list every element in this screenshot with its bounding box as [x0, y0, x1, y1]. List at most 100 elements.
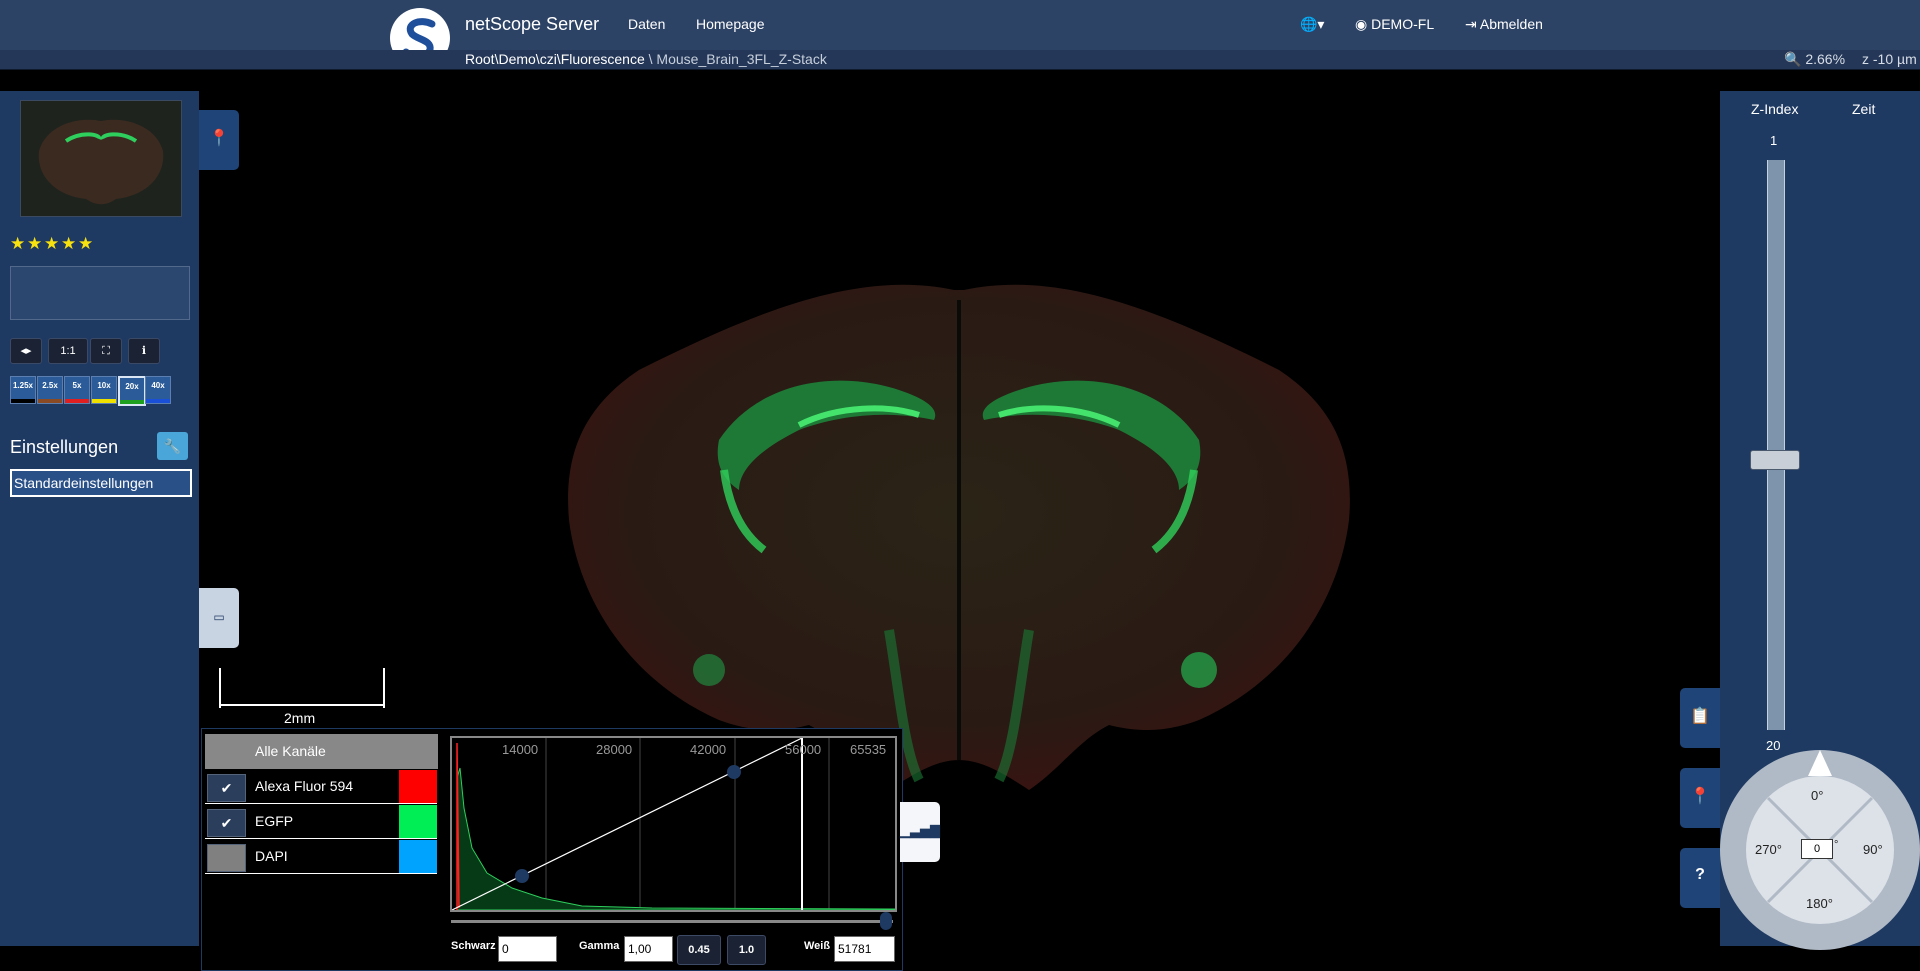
rotate-90-button[interactable]: 90° [1863, 842, 1883, 857]
white-input[interactable]: 51781 [834, 936, 895, 962]
pan-arrow-button[interactable]: ◂▸ [10, 338, 42, 364]
nav-daten[interactable]: Daten [628, 16, 665, 32]
check-icon: ✔ [220, 815, 233, 831]
scale-bar-right-tick [383, 668, 385, 708]
rating-star-icon[interactable]: ★ [78, 234, 93, 254]
objective-label: 20x [125, 382, 139, 391]
settings-wrench-button[interactable]: 🔧 [157, 432, 188, 460]
top-navbar [0, 0, 1920, 51]
channel-color-swatch[interactable] [399, 805, 437, 838]
objective-color-bar [92, 399, 116, 403]
range-handle[interactable] [880, 912, 892, 930]
black-label: Schwarz [451, 940, 496, 952]
rating-star-icon[interactable]: ★ [27, 234, 42, 254]
question-icon: ? [1695, 866, 1705, 883]
objective-label: 1.25x [12, 381, 34, 390]
logout-link[interactable]: ⇥ Abmelden [1465, 16, 1543, 33]
z-index-label[interactable]: Z-Index [1751, 101, 1798, 117]
gamma-input[interactable]: 1,00 [624, 936, 673, 962]
z-index-slider[interactable] [1767, 160, 1785, 730]
gamma-preset-10[interactable]: 1.0 [727, 935, 766, 965]
channel-name: Alexa Fluor 594 [255, 778, 354, 794]
channel-checkbox[interactable]: ✔ [207, 809, 246, 837]
channel-color-swatch[interactable] [399, 770, 437, 803]
fullscreen-button[interactable]: ⛶ [90, 338, 122, 364]
rotation-unit: ° [1834, 839, 1839, 851]
report-tab[interactable]: 📋 [1680, 688, 1720, 748]
rotate-0-button[interactable]: 0° [1811, 788, 1823, 803]
ruler-tab[interactable]: ▭ [199, 588, 239, 648]
pin-icon: 📍 [1690, 788, 1710, 805]
info-icon: ℹ [141, 345, 147, 357]
objective-40x[interactable]: 40x [145, 376, 171, 404]
objective-5x[interactable]: 5x [64, 376, 90, 404]
white-label: Weiß [804, 940, 831, 952]
breadcrumb: Root\Demo\czi\Fluorescence \ Mouse_Brain… [465, 51, 827, 67]
all-channels-toggle[interactable]: Alle Kanäle [205, 734, 438, 769]
breadcrumb-current: Mouse_Brain_3FL_Z-Stack [656, 51, 827, 67]
objective-2.5x[interactable]: 2.5x [37, 376, 63, 404]
z-slider-handle[interactable] [1750, 450, 1800, 470]
gamma-preset-045[interactable]: 0.45 [677, 935, 721, 965]
check-icon: ✔ [220, 780, 233, 796]
annotation-pin-right-tab[interactable]: 📍 [1680, 768, 1720, 828]
channel-color-swatch[interactable] [399, 840, 437, 873]
expand-icon: ⛶ [102, 345, 110, 357]
sign-out-icon: ⇥ [1465, 16, 1480, 32]
rating-star-icon[interactable]: ★ [44, 234, 59, 254]
help-tab[interactable]: ? [1680, 848, 1720, 908]
rotate-180-button[interactable]: 180° [1806, 896, 1833, 911]
rotate-270-button[interactable]: 270° [1755, 842, 1782, 857]
breadcrumb-separator: \ [644, 51, 657, 67]
arrow-icon: ◂▸ [20, 345, 32, 357]
objective-color-bar [146, 399, 170, 403]
zoom-readout: 🔍 2.66% [1784, 51, 1845, 68]
thumbnail-image [38, 119, 164, 205]
user-menu[interactable]: ◉ DEMO-FL [1355, 16, 1434, 33]
rating-star-icon[interactable]: ★ [61, 234, 76, 254]
preset-select[interactable]: Standardeinstellungen [10, 469, 192, 497]
nav-homepage[interactable]: Homepage [696, 16, 765, 32]
scale-bar-label: 2mm [284, 710, 316, 726]
objective-color-bar [11, 399, 35, 403]
annotation-pin-tab[interactable]: 📍 [199, 110, 239, 170]
objective-label: 40x [151, 381, 165, 390]
range-track[interactable] [451, 920, 893, 923]
objective-1.25x[interactable]: 1.25x [10, 376, 36, 404]
objective-20x[interactable]: 20x [118, 376, 146, 406]
objective-label: 2.5x [42, 381, 58, 390]
channel-checkbox[interactable]: ✔ [207, 774, 246, 802]
notes-box[interactable] [10, 266, 190, 320]
objective-color-bar [38, 399, 62, 403]
signal-bars-icon: ▁▃▅▇ [900, 823, 940, 838]
channel-checkbox[interactable] [207, 844, 246, 872]
language-globe-icon[interactable]: 🌐▾ [1300, 16, 1324, 33]
settings-title: Einstellungen [10, 437, 119, 457]
user-name: DEMO-FL [1371, 16, 1435, 32]
histogram-toggle-tab[interactable]: ▁▃▅▇ [900, 802, 940, 862]
objective-color-bar [65, 399, 89, 403]
app-title[interactable]: netScope Server [465, 14, 599, 35]
channel-name: EGFP [255, 813, 294, 829]
breadcrumb-path[interactable]: Root\Demo\czi\Fluorescence [465, 51, 645, 67]
info-button[interactable]: ℹ [128, 338, 160, 364]
wrench-icon: 🔧 [163, 438, 182, 454]
north-arrow-icon [1808, 750, 1832, 776]
histogram[interactable] [450, 736, 897, 912]
rotation-input[interactable]: 0 [1801, 839, 1833, 859]
overview-thumbnail[interactable] [20, 100, 182, 217]
time-label[interactable]: Zeit [1852, 101, 1875, 117]
magnifier-icon: 🔍 [1784, 51, 1802, 67]
rating-star-icon[interactable]: ★ [10, 234, 25, 254]
black-input[interactable]: 0 [498, 936, 557, 962]
zoom-1to1-button[interactable]: 1:1 [48, 338, 88, 364]
objective-label: 10x [97, 381, 111, 390]
user-circle-icon: ◉ [1355, 16, 1372, 32]
clipboard-icon: 📋 [1690, 708, 1710, 725]
z-top-value: 1 [1770, 133, 1778, 148]
scale-bar-left-tick [219, 668, 221, 708]
histogram-tick: 42000 [690, 742, 727, 757]
objective-10x[interactable]: 10x [91, 376, 117, 404]
histogram-plot [451, 737, 896, 911]
histogram-tick: 56000 [785, 742, 822, 757]
